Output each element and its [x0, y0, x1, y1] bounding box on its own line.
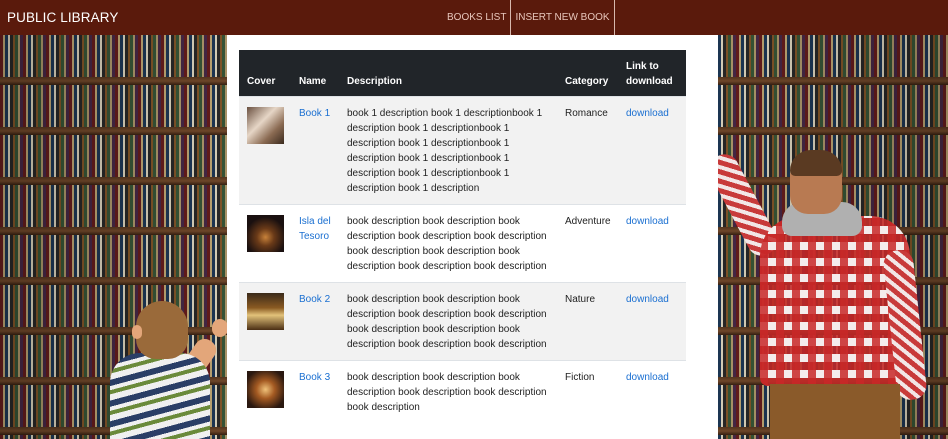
table-body: Book 1 book 1 description book 1 descrip… [239, 95, 686, 423]
book-cover-library-image [247, 214, 284, 252]
boy-shirt [110, 353, 210, 439]
cover-cell [239, 95, 291, 204]
description-cell: book description book description book d… [339, 281, 557, 360]
header-name: Name [291, 50, 339, 96]
category-cell: Adventure [557, 203, 618, 282]
header-category: Category [557, 50, 618, 96]
table-row: Book 1 book 1 description book 1 descrip… [239, 95, 686, 204]
header-link-to-download: Link to download [618, 50, 686, 96]
cover-cell [239, 281, 291, 360]
man-illustration [703, 140, 948, 439]
book-name-link[interactable]: Book 3 [299, 372, 330, 383]
boy-hand [212, 319, 228, 337]
link-cell: download [618, 281, 686, 360]
table-row: Isla del Tesoro book description book de… [239, 203, 686, 282]
description-cell: book description book description book d… [339, 203, 557, 282]
books-panel: Cover Name Description Category Link to … [227, 35, 718, 439]
description-cell: book 1 description book 1 descriptionboo… [339, 95, 557, 204]
category-cell: Nature [557, 281, 618, 360]
books-table: Cover Name Description Category Link to … [239, 50, 686, 423]
link-cell: download [618, 359, 686, 423]
book-name-link[interactable]: Isla del Tesoro [299, 216, 331, 242]
boy-illustration [100, 295, 230, 439]
book-cover-open-book-image [247, 292, 284, 330]
download-link[interactable]: download [626, 294, 669, 305]
download-link[interactable]: download [626, 372, 669, 383]
name-cell: Book 2 [291, 281, 339, 360]
cover-cell [239, 203, 291, 282]
category-cell: Romance [557, 95, 618, 204]
boy-head [136, 301, 188, 359]
name-cell: Book 3 [291, 359, 339, 423]
boy-ear [132, 325, 142, 339]
header-description: Description [339, 50, 557, 96]
download-link[interactable]: download [626, 216, 669, 227]
book-cover-reading-room-image [247, 370, 284, 408]
man-hair [790, 150, 842, 176]
name-cell: Book 1 [291, 95, 339, 204]
nav-books-list[interactable]: BOOKS LIST [443, 0, 512, 35]
nav-links: BOOKS LIST INSERT NEW BOOK [443, 0, 615, 35]
description-cell: book description book description book d… [339, 359, 557, 423]
table-row: Book 2 book description book description… [239, 281, 686, 360]
top-navbar: PUBLIC LIBRARY BOOKS LIST INSERT NEW BOO… [0, 0, 948, 35]
name-cell: Isla del Tesoro [291, 203, 339, 282]
link-cell: download [618, 95, 686, 204]
download-link[interactable]: download [626, 108, 669, 119]
table-header: Cover Name Description Category Link to … [239, 50, 686, 96]
table-row: Book 3 book description book description… [239, 359, 686, 423]
nav-insert-new-book[interactable]: INSERT NEW BOOK [511, 0, 615, 35]
book-name-link[interactable]: Book 2 [299, 294, 330, 305]
link-cell: download [618, 203, 686, 282]
book-name-link[interactable]: Book 1 [299, 108, 330, 119]
category-cell: Fiction [557, 359, 618, 423]
book-cover-romance-image [247, 106, 284, 144]
header-cover: Cover [239, 50, 291, 96]
cover-cell [239, 359, 291, 423]
man-pants [770, 384, 900, 439]
brand-logo[interactable]: PUBLIC LIBRARY [7, 0, 118, 35]
